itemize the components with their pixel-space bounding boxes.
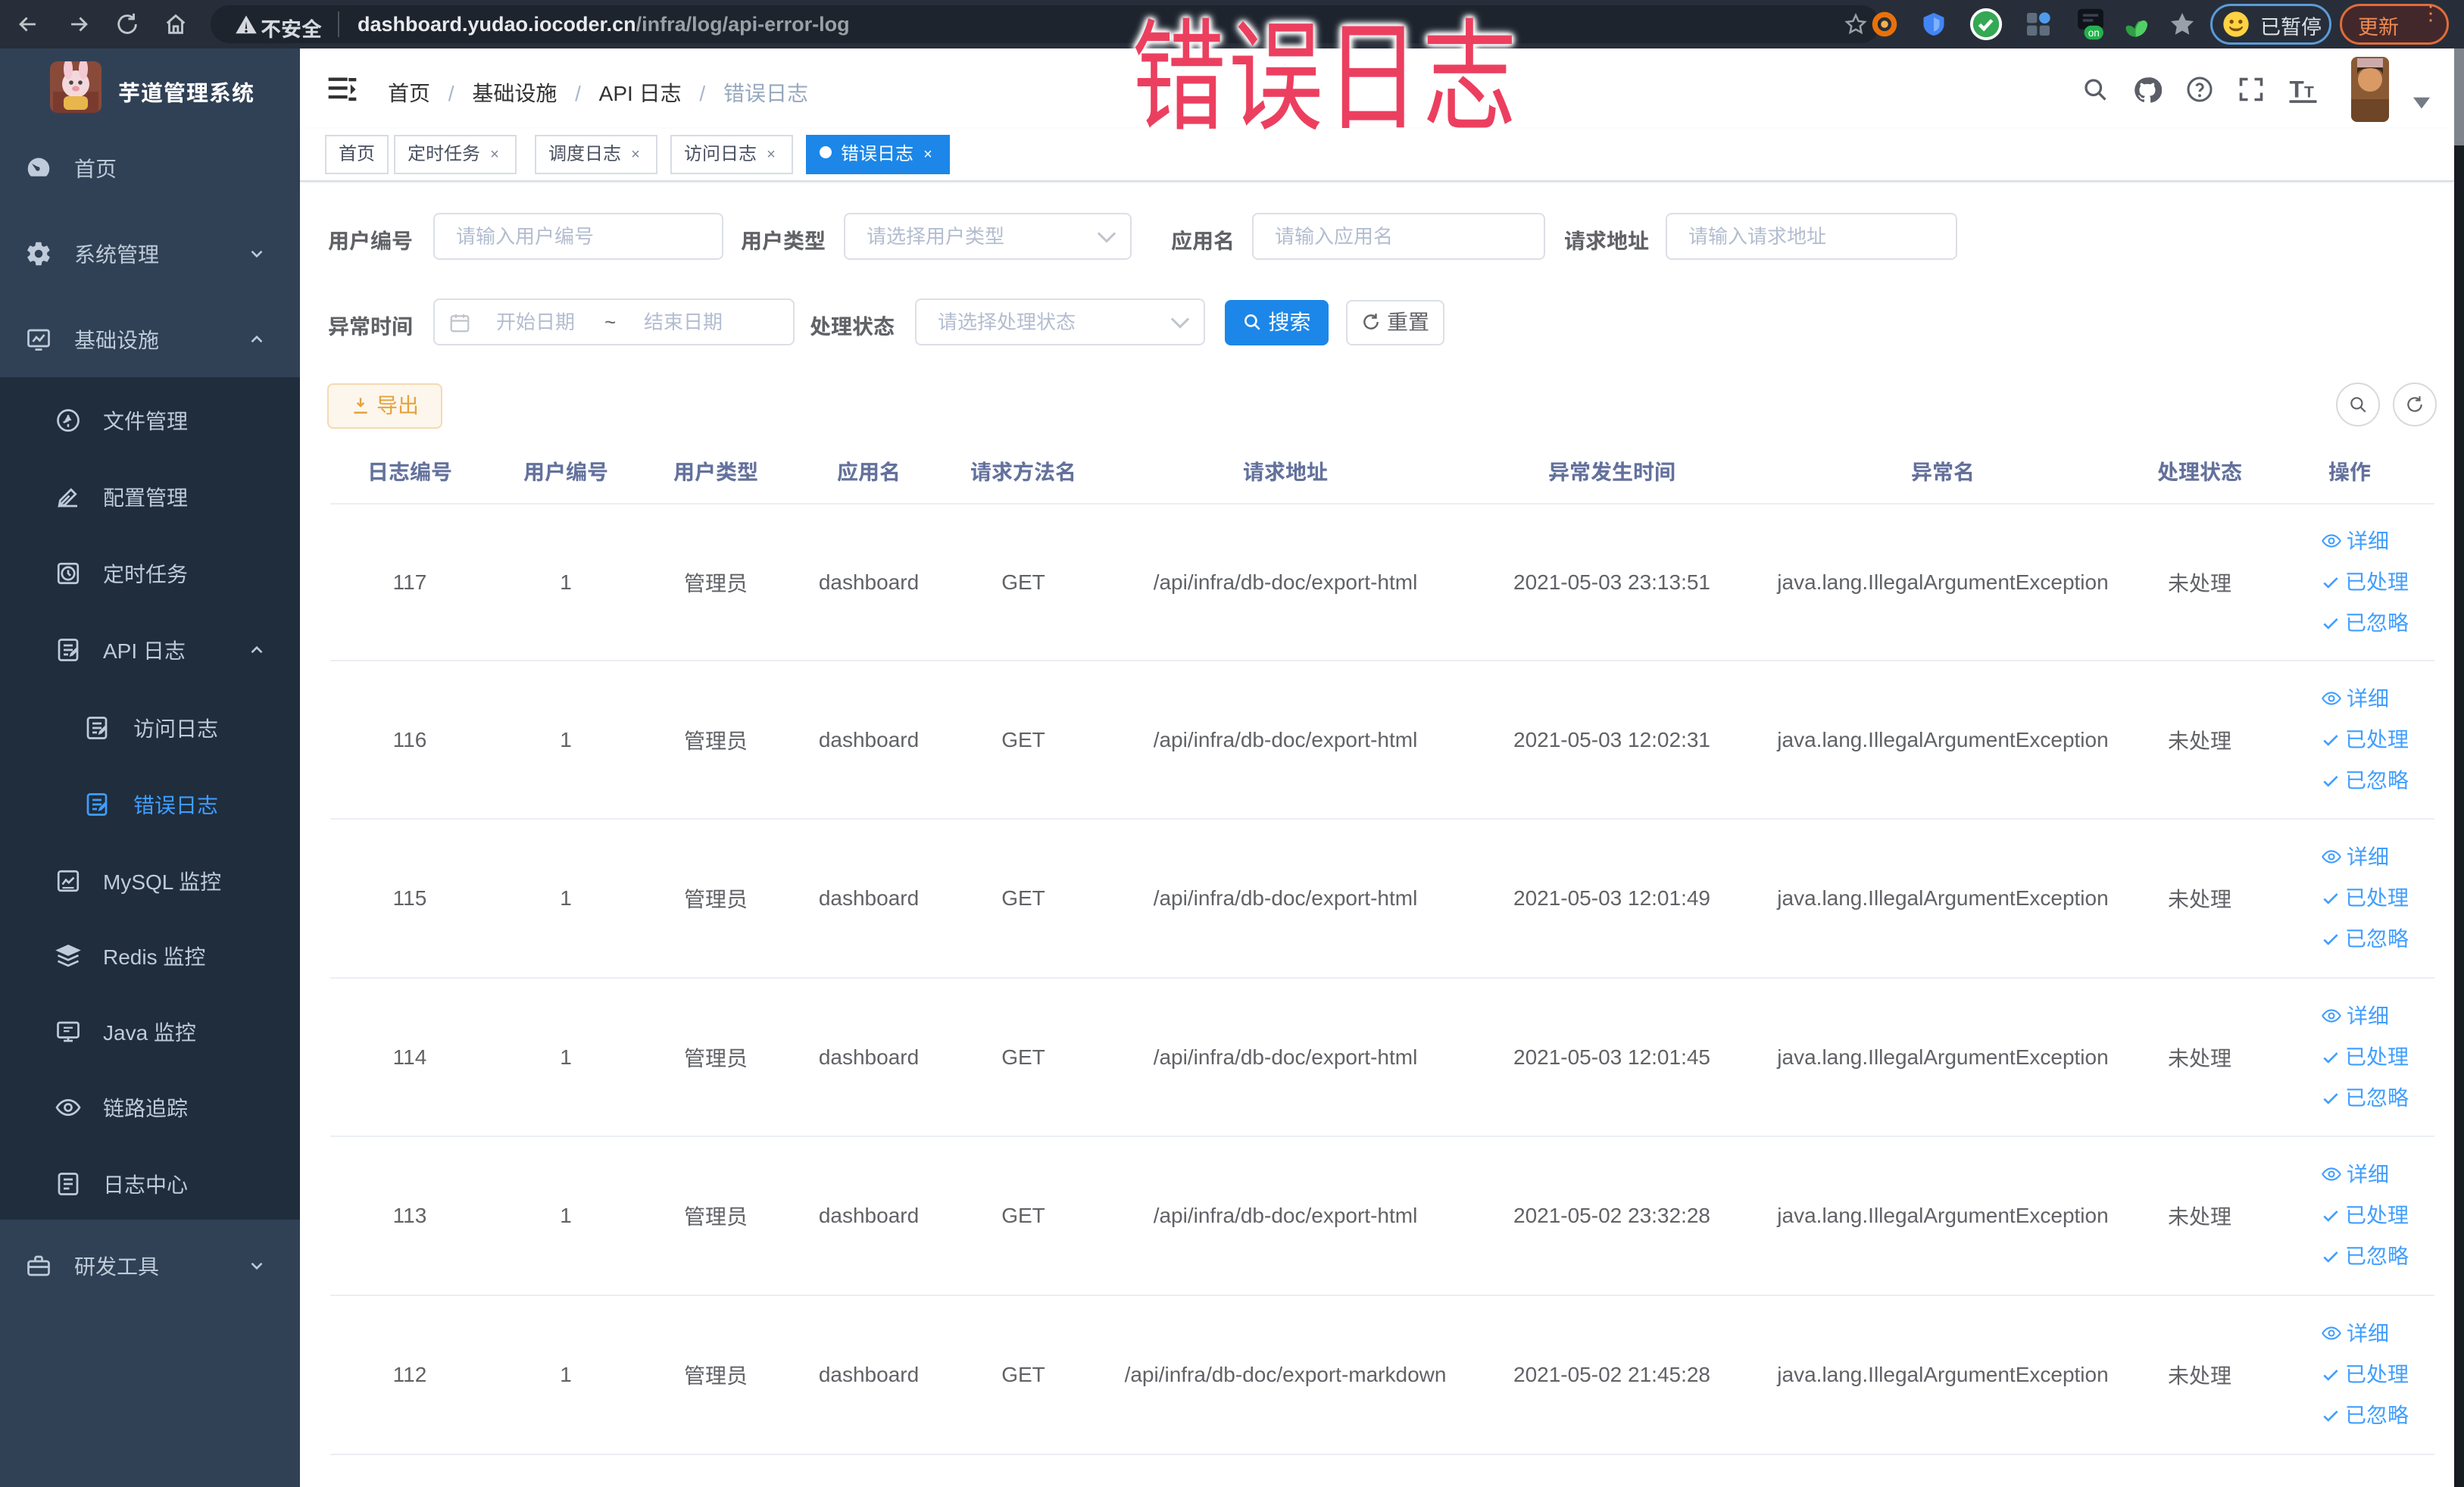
svg-text:on: on bbox=[2088, 27, 2100, 39]
svg-text:T: T bbox=[2290, 76, 2304, 103]
svg-text:T: T bbox=[2304, 84, 2314, 102]
